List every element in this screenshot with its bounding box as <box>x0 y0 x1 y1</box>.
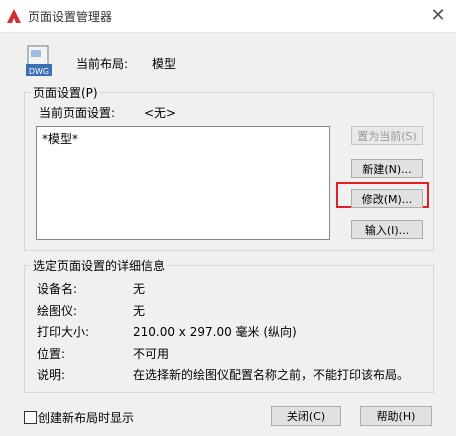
device-name-label: 设备名: <box>37 282 78 296</box>
plotter-label: 绘图仪: <box>37 304 78 318</box>
set-current-button[interactable]: 置为当前(S) <box>351 126 423 145</box>
current-layout-value: 模型 <box>152 57 177 71</box>
plotter-value: 无 <box>133 304 146 318</box>
location-label: 位置: <box>37 347 66 361</box>
details-group-title: 选定页面设置的详细信息 <box>31 257 168 274</box>
window-close-button[interactable]: ✕ <box>428 6 448 26</box>
help-button[interactable]: 帮助(H) <box>360 406 432 426</box>
page-setup-group-title: 页面设置(P) <box>31 84 100 101</box>
autocad-logo-icon <box>7 9 21 23</box>
current-page-setup-value: <无> <box>144 106 177 120</box>
window-title: 页面设置管理器 <box>28 10 113 24</box>
current-page-setup-label: 当前页面设置: <box>39 106 116 120</box>
page-setup-group: 页面设置(P) 当前页面设置: <无> *模型* 置为当前(S) 新建(N)..… <box>24 84 434 251</box>
title-bar: 页面设置管理器 ✕ <box>0 0 456 33</box>
description-value: 在选择新的绘图仪配置名称之前，不能打印该布局。 <box>133 368 410 382</box>
description-label: 说明: <box>37 368 66 382</box>
show-on-new-layout-checkbox[interactable] <box>24 411 37 424</box>
modify-button[interactable]: 修改(M)... <box>351 189 423 208</box>
device-name-value: 无 <box>133 282 146 296</box>
plot-size-label: 打印大小: <box>37 325 90 339</box>
list-item[interactable]: *模型* <box>42 130 78 147</box>
close-icon: ✕ <box>430 5 446 26</box>
location-value: 不可用 <box>133 347 170 361</box>
show-on-new-layout-label[interactable]: 创建新布局时显示 <box>38 409 134 426</box>
import-button[interactable]: 输入(I)... <box>351 220 423 239</box>
page-setup-list[interactable]: *模型* <box>36 126 330 240</box>
dwg-file-icon: DWG <box>26 45 52 76</box>
plot-size-value: 210.00 x 297.00 毫米 (纵向) <box>133 325 297 339</box>
close-button[interactable]: 关闭(C) <box>271 406 341 426</box>
new-button[interactable]: 新建(N)... <box>351 159 423 178</box>
page-setup-details-group: 选定页面设置的详细信息 设备名: 无 绘图仪: 无 打印大小: 210.00 x… <box>24 257 434 393</box>
current-layout-label: 当前布局: <box>76 57 129 71</box>
svg-text:DWG: DWG <box>29 67 49 76</box>
